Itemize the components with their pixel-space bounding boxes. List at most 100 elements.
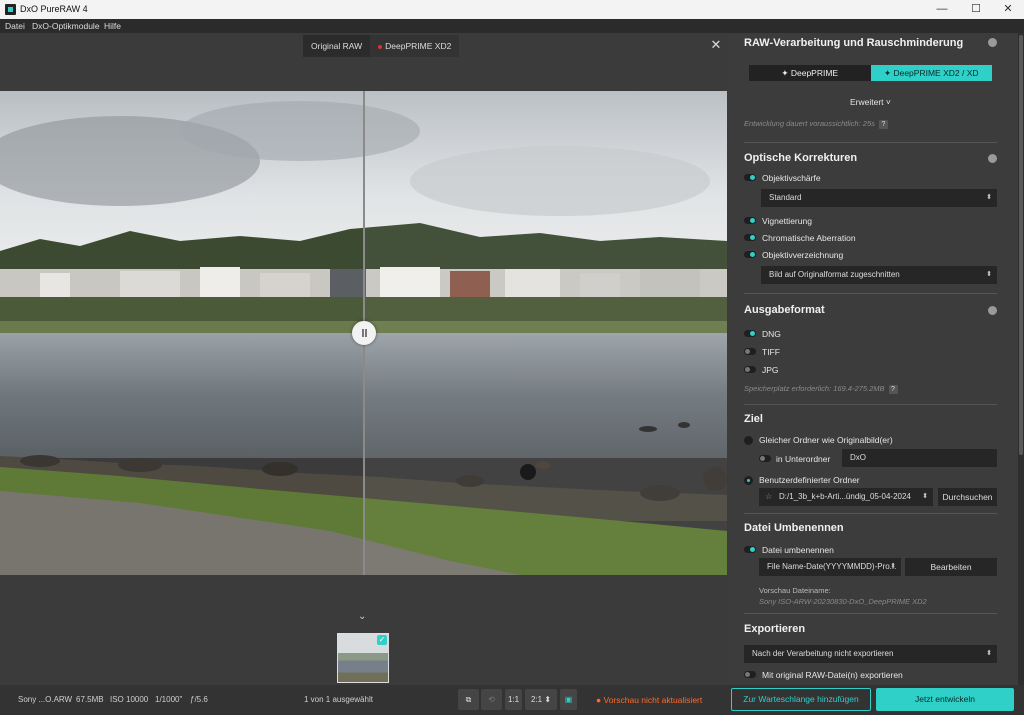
chromatic-toggle[interactable] bbox=[744, 234, 756, 241]
chromatic-label: Chromatische Aberration bbox=[762, 233, 856, 243]
rename-label: Datei umbenennen bbox=[762, 545, 834, 555]
rename-toggle[interactable] bbox=[744, 546, 756, 553]
distortion-select[interactable]: Bild auf Originalformat zugeschnitten ⬍ bbox=[761, 266, 997, 284]
duration-estimate: Entwicklung dauert voraussichtlich: 25s? bbox=[744, 119, 888, 129]
target-section-title: Ziel bbox=[744, 413, 763, 425]
output-status-dot-icon bbox=[988, 306, 997, 315]
panel-scrollbar[interactable] bbox=[1018, 33, 1024, 685]
sharpness-toggle[interactable] bbox=[744, 174, 756, 181]
zoom-fit-button[interactable]: 1:1 bbox=[505, 689, 522, 710]
help-icon[interactable]: ? bbox=[878, 120, 888, 129]
preview-warning: ● Vorschau nicht aktualisiert bbox=[596, 695, 703, 705]
zoom-select[interactable]: 2:1 ⬍ bbox=[525, 689, 557, 710]
menu-datei[interactable]: Datei bbox=[5, 21, 25, 31]
dng-toggle[interactable] bbox=[744, 330, 756, 337]
iso-value: ISO 10000 bbox=[110, 695, 149, 704]
star-icon[interactable]: ☆ bbox=[765, 488, 772, 506]
title-bar: DxO PureRAW 4 — ☐ ✕ bbox=[0, 0, 1024, 19]
select-arrows-icon: ⬍ bbox=[890, 563, 896, 570]
camera-file: Sony ...O.ARW bbox=[18, 695, 73, 704]
divider bbox=[744, 613, 997, 614]
image-view-icon[interactable]: ▣ bbox=[560, 689, 577, 710]
filename-preview-label: Vorschau Dateiname: bbox=[759, 586, 831, 595]
close-window-button[interactable]: ✕ bbox=[992, 0, 1024, 19]
filmstrip-thumbnail[interactable]: ✓ bbox=[337, 633, 389, 683]
sharpness-select[interactable]: Standard ⬍ bbox=[761, 189, 997, 207]
close-preview-button[interactable]: ✕ bbox=[706, 35, 726, 55]
divider bbox=[744, 513, 997, 514]
subfolder-input[interactable]: DxO bbox=[842, 449, 997, 467]
compare-icon[interactable]: ⧉ bbox=[458, 689, 479, 710]
menu-optikmodule[interactable]: DxO-Optikmodule bbox=[32, 21, 100, 31]
rename-pattern-value: File Name-Date(YYYYMMDD)-Pro... bbox=[767, 562, 897, 571]
subfolder-label: in Unterordner bbox=[776, 454, 831, 464]
distortion-toggle[interactable] bbox=[744, 251, 756, 258]
zoom-value: 2:1 bbox=[530, 695, 543, 704]
tiff-toggle[interactable] bbox=[744, 348, 756, 355]
window-title: DxO PureRAW 4 bbox=[20, 4, 88, 14]
optics-status-dot-icon bbox=[988, 154, 997, 163]
browse-button[interactable]: Durchsuchen bbox=[938, 488, 997, 506]
maximize-button[interactable]: ☐ bbox=[960, 0, 992, 19]
split-handle-icon[interactable] bbox=[352, 321, 376, 345]
edit-pattern-button[interactable]: Bearbeiten bbox=[905, 558, 997, 576]
status-bar: Sony ...O.ARW 67.5MB ISO 10000 1/1000" ƒ… bbox=[0, 685, 1024, 715]
custom-folder-radio[interactable] bbox=[744, 476, 753, 485]
storage-estimate: Speicherplatz erforderlich: 169.4-275.2M… bbox=[744, 384, 898, 394]
sharpness-label: Objektivschärfe bbox=[762, 173, 821, 183]
storage-text: Speicherplatz erforderlich: 169.4-275.2M… bbox=[744, 384, 885, 393]
compare-tabs: Original RAW DeepPRIME XD2 bbox=[303, 35, 460, 57]
rename-section-title: Datei Umbenennen bbox=[744, 522, 844, 534]
menu-bar: Datei DxO-Optikmodule Hilfe bbox=[0, 19, 1024, 33]
minimize-button[interactable]: — bbox=[926, 0, 958, 19]
tab-deepprime-label: DeepPRIME XD2 bbox=[385, 41, 452, 51]
distortion-label: Objektivverzeichnung bbox=[762, 250, 844, 260]
tiff-label: TIFF bbox=[762, 347, 780, 357]
vignetting-toggle[interactable] bbox=[744, 217, 756, 224]
same-folder-radio[interactable] bbox=[744, 436, 753, 445]
select-arrows-icon: ⬍ bbox=[922, 493, 928, 500]
scrollbar-thumb[interactable] bbox=[1019, 35, 1023, 455]
tab-original-raw[interactable]: Original RAW bbox=[303, 35, 370, 57]
distortion-value: Bild auf Originalformat zugeschnitten bbox=[769, 270, 900, 279]
add-to-queue-button[interactable]: Zur Warteschlange hinzufügen bbox=[731, 688, 871, 711]
advanced-toggle[interactable]: Erweitert ˅ bbox=[850, 97, 891, 107]
menu-hilfe[interactable]: Hilfe bbox=[104, 21, 121, 31]
custom-folder-label: Benutzerdefinierter Ordner bbox=[759, 475, 860, 485]
help-icon[interactable]: ? bbox=[888, 385, 898, 394]
subfolder-toggle[interactable] bbox=[759, 455, 771, 462]
duration-text: Entwicklung dauert voraussichtlich: 25s bbox=[744, 119, 875, 128]
vignetting-label: Vignettierung bbox=[762, 216, 812, 226]
rename-pattern-select[interactable]: File Name-Date(YYYYMMDD)-Pro... ⬍ bbox=[759, 558, 901, 576]
export-raw-toggle[interactable] bbox=[744, 671, 756, 678]
same-folder-label: Gleicher Ordner wie Originalbild(er) bbox=[759, 435, 893, 445]
photo-preview[interactable] bbox=[0, 91, 727, 575]
subfolder-value: DxO bbox=[850, 453, 866, 462]
aperture-value: ƒ/5.6 bbox=[190, 695, 208, 704]
export-raw-label: Mit original RAW-Datei(n) exportieren bbox=[762, 670, 903, 680]
divider bbox=[744, 404, 997, 405]
preview-area: Original RAW DeepPRIME XD2 ✕ ⌄ ✓ bbox=[0, 33, 729, 685]
optics-section-title: Optische Korrekturen bbox=[744, 152, 858, 164]
divider bbox=[744, 142, 997, 143]
chevron-down-icon[interactable]: ⌄ bbox=[358, 611, 366, 622]
folder-path-select[interactable]: ☆ D:/1_3b_k+b-Arti...ündig_05-04-2024 ⬍ bbox=[759, 488, 933, 506]
export-option-select[interactable]: Nach der Verarbeitung nicht exportieren ⬍ bbox=[744, 645, 997, 663]
rotate-icon[interactable]: ⟲ bbox=[481, 689, 502, 710]
deepprime-xd2-option[interactable]: ✦ DeepPRIME XD2 / XD bbox=[870, 65, 992, 81]
dng-label: DNG bbox=[762, 329, 781, 339]
app-logo-icon bbox=[5, 4, 16, 15]
file-size: 67.5MB bbox=[76, 695, 104, 704]
jpg-toggle[interactable] bbox=[744, 366, 756, 373]
settings-panel: RAW-Verarbeitung und Rauschminderung ✦ D… bbox=[729, 33, 1018, 685]
checkmark-icon[interactable]: ✓ bbox=[377, 635, 387, 645]
filename-preview-value: Sony ISO-ARW-20230830-DxO_DeepPRIME XD2 bbox=[759, 597, 927, 606]
tab-deepprime[interactable]: DeepPRIME XD2 bbox=[370, 35, 460, 57]
deepprime-option[interactable]: ✦ DeepPRIME bbox=[749, 65, 871, 81]
output-section-title: Ausgabeformat bbox=[744, 304, 825, 316]
jpg-label: JPG bbox=[762, 365, 779, 375]
unsaved-dot-icon bbox=[378, 44, 383, 49]
develop-now-button[interactable]: Jetzt entwickeln bbox=[876, 688, 1014, 711]
divider bbox=[744, 293, 997, 294]
export-option-value: Nach der Verarbeitung nicht exportieren bbox=[752, 649, 894, 658]
